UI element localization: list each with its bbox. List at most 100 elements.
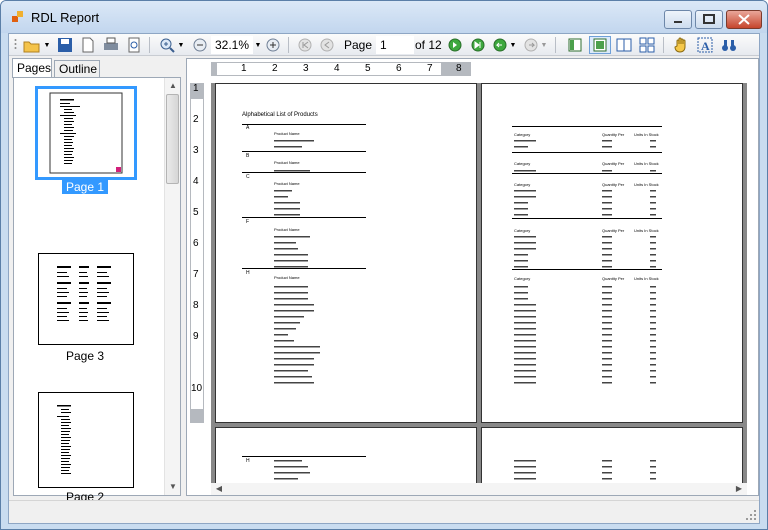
ruler-tick: 6	[193, 238, 199, 249]
save-button[interactable]	[55, 36, 75, 54]
ruler-tick: 4	[334, 63, 340, 74]
multi-page-button[interactable]	[637, 36, 657, 54]
first-page-icon	[298, 38, 312, 52]
report-page-1[interactable]: Alphabetical List of Products A Product …	[215, 83, 477, 423]
resize-grip-icon[interactable]	[745, 509, 757, 521]
back-button[interactable]	[491, 36, 509, 54]
scroll-left-arrow-icon[interactable]: ◀	[211, 481, 227, 495]
last-page-button[interactable]	[469, 36, 487, 54]
group-letter: A	[246, 125, 250, 131]
rule	[242, 124, 366, 125]
forward-button[interactable]	[522, 36, 540, 54]
svg-text:A: A	[701, 39, 710, 53]
thumbnail-label-page-1: Page 1	[62, 180, 108, 194]
page-label: Page	[344, 38, 373, 52]
preview-horizontal-scrollbar[interactable]: ◀ ▶	[211, 481, 747, 495]
tab-outline[interactable]: Outline	[54, 60, 100, 77]
maximize-button[interactable]	[695, 10, 723, 29]
toolbar-separator	[288, 37, 289, 53]
find-button[interactable]	[719, 36, 739, 54]
report-preview-pane: 1 2 3 4 5 6 7 8 1 2 3 4 5 6 7 8 9 10 Alp…	[186, 58, 759, 496]
multi-page-icon	[639, 37, 655, 53]
group-letter: H	[246, 270, 250, 276]
zoom-dropdown[interactable]: ▼	[177, 36, 185, 54]
close-icon	[738, 14, 750, 25]
toolbar-separator	[555, 37, 556, 53]
print-preview-icon	[128, 37, 140, 53]
vertical-ruler: 1 2 3 4 5 6 7 8 9 10	[190, 83, 204, 423]
page-thumbnail-image	[49, 92, 123, 174]
zoom-in-button[interactable]	[157, 36, 177, 54]
page-thumbnail-image	[57, 405, 71, 474]
continuous-page-icon	[593, 38, 607, 52]
group-letter: C	[246, 174, 250, 180]
thumbnail-panel: Page 1 Page 3 Page 2 ▲ ▼	[13, 77, 181, 504]
save-icon	[58, 38, 72, 52]
toolbar: ▼ ▼ 32.1% ▼ Page 1 of 12 ▼ ▼ A	[9, 34, 759, 56]
single-page-icon	[568, 38, 582, 52]
thumbnail-scrollbar[interactable]: ▲ ▼	[164, 78, 180, 495]
category-list-lines	[514, 140, 656, 384]
ruler-tick: 6	[396, 63, 402, 74]
status-bar	[9, 500, 759, 523]
window-title: RDL Report	[31, 10, 100, 25]
thumbnail-page-2[interactable]	[38, 392, 134, 488]
rule	[512, 126, 662, 127]
ruler-tick: 5	[193, 207, 199, 218]
facing-pages-icon	[616, 38, 632, 52]
new-page-button[interactable]	[78, 36, 98, 54]
print-preview-button[interactable]	[124, 36, 144, 54]
zoom-field[interactable]: 32.1%	[211, 36, 253, 54]
toolbar-grip[interactable]	[13, 36, 17, 54]
open-dropdown[interactable]: ▼	[43, 36, 51, 54]
binoculars-icon	[722, 40, 736, 51]
text-select-icon: A	[697, 37, 713, 53]
scroll-right-arrow-icon[interactable]: ▶	[731, 481, 747, 495]
ruler-tick: 9	[193, 331, 199, 342]
first-page-button[interactable]	[296, 36, 314, 54]
forward-dropdown[interactable]: ▼	[540, 36, 548, 54]
ruler-tick: 8	[456, 63, 462, 74]
toolbar-separator	[149, 37, 150, 53]
report-title: Alphabetical List of Products	[242, 112, 318, 118]
open-button[interactable]	[21, 36, 43, 54]
pan-tool-button[interactable]	[671, 36, 691, 54]
single-page-view-button[interactable]	[565, 36, 585, 54]
report-page-3[interactable]: H	[215, 427, 477, 487]
forward-arrow-icon	[524, 38, 538, 52]
maximize-icon	[703, 14, 715, 24]
scroll-up-arrow-icon[interactable]: ▲	[165, 78, 181, 94]
next-page-button[interactable]	[446, 36, 464, 54]
tab-pages[interactable]: Pages	[12, 58, 52, 78]
page-icon	[82, 37, 94, 53]
group-letter: F	[246, 219, 250, 225]
scroll-thumb[interactable]	[166, 94, 179, 184]
group-letter: B	[246, 153, 250, 159]
page-number-field[interactable]: 1	[376, 36, 414, 54]
ruler-tick: 4	[193, 176, 199, 187]
ruler-tick: 7	[193, 269, 199, 280]
print-button[interactable]	[101, 36, 121, 54]
scroll-down-arrow-icon[interactable]: ▼	[165, 479, 181, 495]
zoom-out-button[interactable]	[191, 36, 209, 54]
title-bar: RDL Report	[1, 1, 767, 33]
ruler-tick: 1	[241, 63, 247, 74]
facing-pages-button[interactable]	[614, 36, 634, 54]
magnifier-plus-icon	[160, 38, 175, 53]
horizontal-ruler: 1 2 3 4 5 6 7 8	[211, 62, 471, 76]
thumbnail-page-3[interactable]	[38, 253, 134, 345]
zoom-value-dropdown[interactable]: ▼	[253, 36, 263, 54]
ruler-tick: 7	[427, 63, 433, 74]
continuous-view-button[interactable]	[589, 36, 611, 54]
ruler-tick: 3	[193, 145, 199, 156]
client-area: ▼ ▼ 32.1% ▼ Page 1 of 12 ▼ ▼ A Pages Out…	[8, 33, 760, 524]
previous-page-button[interactable]	[318, 36, 336, 54]
report-page-2[interactable]: Category Quantity Per Units In Stock Cat…	[481, 83, 743, 423]
close-button[interactable]	[726, 10, 762, 29]
zoom-plus-button[interactable]	[264, 36, 282, 54]
thumbnail-page-1[interactable]	[35, 86, 137, 180]
report-page-4[interactable]	[481, 427, 743, 487]
back-dropdown[interactable]: ▼	[509, 36, 517, 54]
minimize-button[interactable]	[664, 10, 692, 29]
text-select-button[interactable]: A	[695, 36, 715, 54]
